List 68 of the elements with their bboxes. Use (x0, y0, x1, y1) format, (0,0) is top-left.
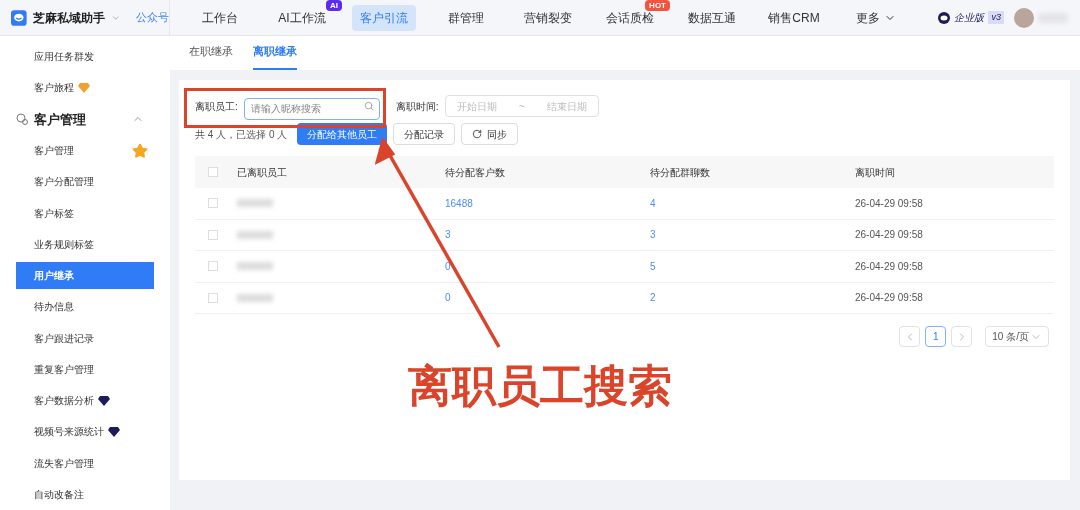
edition-logo-icon (938, 11, 951, 24)
column-header: 已离职员工 (237, 166, 287, 178)
sidebar-item[interactable]: 视频号来源统计 (16, 418, 154, 446)
nav-tab[interactable]: 营销裂变 (516, 4, 580, 31)
sidebar-item[interactable]: 重复客户管理 (16, 356, 154, 383)
table-cell: 26-04-29 09:58 (855, 229, 923, 241)
customer-count-link[interactable]: 0 (445, 292, 451, 304)
sidebar-item[interactable]: 流失客户管理 (16, 449, 154, 477)
sidebar-item[interactable]: 客户标签 (16, 199, 154, 227)
sidebar-item[interactable]: 业务规则标签 (16, 231, 154, 258)
sidebar-item[interactable]: 用户继承 (16, 262, 154, 290)
range-separator: ~ (518, 99, 525, 114)
nav-tab[interactable]: 销售CRM (762, 4, 826, 31)
nav-tab[interactable]: 更多 (844, 4, 908, 31)
filter-label: 离职员工: (195, 99, 238, 114)
row-checkbox[interactable] (208, 261, 218, 272)
refresh-icon (472, 129, 483, 139)
nav-tab[interactable]: 数据互通 (680, 4, 744, 31)
row-checkbox[interactable] (208, 229, 218, 240)
sidebar-item[interactable]: 待办信息 (16, 293, 154, 321)
avatar[interactable] (1014, 7, 1034, 28)
search-icon (363, 101, 374, 111)
column-header: 离职时间 (855, 166, 895, 178)
table-cell: 26-04-29 09:58 (855, 260, 923, 272)
nav-tag: AI (326, 0, 342, 11)
page-button[interactable]: 1 (925, 326, 947, 347)
select-all-checkbox[interactable] (208, 167, 218, 177)
row-checkbox[interactable] (208, 292, 218, 303)
filter-label: 离职时间: (395, 99, 439, 114)
sidebar-section-title[interactable]: 客户管理 (34, 109, 86, 130)
records-button[interactable]: 分配记录 (393, 123, 456, 145)
sync-button[interactable]: 同步 (461, 123, 519, 145)
search-field[interactable]: 请输入昵称搜索 (243, 97, 380, 120)
next-page-button[interactable] (951, 326, 973, 347)
account-link[interactable]: 公众号 (136, 9, 169, 26)
selection-summary: 共 4 人，已选择 0 人 (195, 127, 288, 142)
annotation-caption: 离职员工搜索 (408, 364, 672, 408)
app-logo-icon (11, 7, 27, 28)
column-header: 待分配群聊数 (650, 166, 710, 178)
sidebar-item[interactable]: 客户分配管理 (16, 168, 154, 196)
previous-page-button[interactable] (899, 326, 921, 347)
app-name: 芝麻私域助手 (32, 9, 105, 27)
row-checkbox[interactable] (208, 198, 218, 209)
redacted-name (237, 262, 273, 271)
nav-tab[interactable]: 群管理 (434, 4, 498, 31)
nav-tab[interactable]: 工作台 (188, 4, 252, 31)
page-size-select[interactable]: 10 条/页 (985, 326, 1049, 347)
sidebar-item[interactable]: 客户旅程 (16, 74, 154, 102)
sidebar-item[interactable]: 应用任务群发 (16, 43, 154, 70)
table-cell: 26-04-29 09:58 (855, 292, 923, 304)
sidebar-item[interactable]: 客户跟进记录 (16, 324, 154, 352)
column-header: 待分配客户数 (445, 166, 505, 178)
group-count-link[interactable]: 2 (650, 292, 656, 304)
tab[interactable]: 在职继承 (189, 42, 233, 70)
redacted-name (237, 293, 273, 302)
nav-tag: HOT (645, 0, 670, 11)
sidebar-item[interactable]: 自动改备注 (16, 481, 154, 508)
customer-count-link[interactable]: 0 (445, 260, 451, 272)
redacted-name (237, 199, 273, 208)
edition-label: 企业版 (954, 11, 985, 25)
redacted-name (237, 230, 273, 239)
table-cell: 26-04-29 09:58 (855, 197, 923, 209)
sidebar-item[interactable]: 客户数据分析 (16, 387, 154, 415)
sidebar-item[interactable]: 客户管理 (16, 137, 154, 165)
group-count-link[interactable]: 5 (650, 260, 656, 272)
tab[interactable]: 离职继承 (253, 42, 297, 70)
version-tag: v3 (988, 10, 1004, 25)
customer-group-icon (16, 113, 28, 126)
